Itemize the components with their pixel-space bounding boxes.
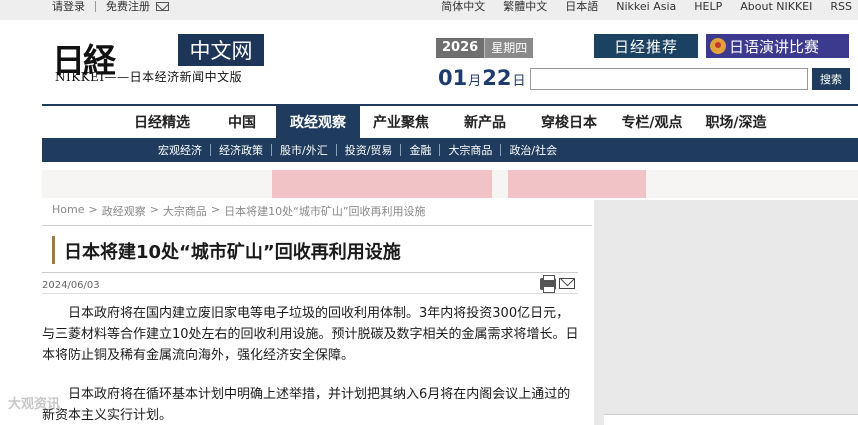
date-year-weekday: 2026 星期四: [436, 38, 534, 58]
article-title: 日本将建10处“城市矿山”回收再利用设施: [64, 242, 401, 263]
banner-block: [508, 170, 646, 198]
breadcrumb-separator: >: [210, 203, 221, 216]
main-nav: 日经精选 中国 政经观察 产业聚焦 新产品 穿梭日本 专栏/观点 职场/深造: [42, 104, 858, 138]
rss-link[interactable]: RSS: [830, 0, 852, 13]
speech-contest-button[interactable]: 日语演讲比赛: [706, 34, 849, 58]
divider: [95, 0, 96, 12]
breadcrumb-separator: >: [149, 203, 159, 216]
divider: [439, 144, 441, 156]
subnav-item-macro[interactable]: 宏观经济: [158, 142, 202, 158]
recommend-button[interactable]: 日经推荐: [594, 34, 698, 58]
subnav-item-finance[interactable]: 金融: [409, 142, 431, 158]
date-day: 22: [482, 66, 512, 90]
nav-item-new-products[interactable]: 新产品: [442, 106, 528, 138]
divider: [500, 144, 502, 156]
subnav-item-commodities[interactable]: 大宗商品: [448, 142, 492, 158]
lang-link-traditional[interactable]: 繁體中文: [503, 0, 547, 14]
breadcrumb-section[interactable]: 政经观察: [102, 203, 146, 219]
nav-item-columns[interactable]: 专栏/观点: [610, 106, 694, 138]
date-month: 01: [438, 66, 468, 90]
article-paragraph: 日本政府将在循环基本计划中明确上述举措，并计划把其纳入6月将在内阁会议上通过的新…: [42, 387, 571, 423]
logo-subtitle: NIKKEI——日本经济新闻中文版: [55, 70, 243, 84]
nav-item-industry[interactable]: 产业聚焦: [360, 106, 442, 138]
article-paragraph: 日本政府将在国内建立废旧家电等电子垃圾的回收利用体制。3年内将投资300亿日元，…: [42, 306, 579, 363]
nikkei-asia-link[interactable]: Nikkei Asia: [616, 0, 676, 13]
date-month-unit: 月: [468, 74, 482, 89]
breadcrumb-current: 日本将建10处“城市矿山”回收再利用设施: [224, 205, 426, 218]
sub-nav: 宏观经济 经济政策 股市/外汇 投资/贸易 金融 大宗商品 政治/社会: [42, 138, 858, 162]
breadcrumb-category[interactable]: 大宗商品: [163, 203, 207, 219]
email-share-icon[interactable]: [559, 278, 575, 289]
breadcrumb-separator: >: [88, 203, 98, 216]
account-links: 请登录 免费注册: [52, 0, 169, 14]
login-link[interactable]: 请登录: [52, 0, 85, 14]
nav-item-career[interactable]: 职场/深造: [694, 106, 778, 138]
help-link[interactable]: HELP: [694, 0, 722, 13]
title-accent-bar: [52, 236, 55, 264]
divider: [42, 225, 592, 226]
subnav-item-policy[interactable]: 经济政策: [219, 142, 263, 158]
nav-item-politics-economy[interactable]: 政经观察: [276, 106, 360, 138]
subnav-item-politics-society[interactable]: 政治/社会: [509, 142, 557, 158]
language-links: 简体中文 繁體中文 日本語 Nikkei Asia HELP About NIK…: [423, 0, 852, 14]
divider: [271, 144, 272, 156]
right-sidebar: [594, 200, 858, 425]
mail-icon[interactable]: [156, 1, 169, 11]
date-month-day: 01 月 22 日: [438, 66, 527, 90]
lang-link-simplified[interactable]: 简体中文: [441, 0, 485, 14]
date-day-unit: 日: [512, 74, 526, 89]
logo-box[interactable]: 中文网: [178, 34, 264, 66]
search-input[interactable]: [530, 68, 808, 90]
banner-block: [272, 170, 492, 198]
nav-item-china[interactable]: 中国: [208, 106, 276, 138]
divider: [400, 144, 402, 156]
breadcrumb: Home > 政经观察 > 大宗商品 > 日本将建10处“城市矿山”回收再利用设…: [52, 203, 426, 219]
date-weekday: 星期四: [484, 38, 534, 58]
about-link[interactable]: About NIKKEI: [740, 0, 812, 13]
lang-link-japanese[interactable]: 日本語: [565, 0, 598, 14]
search-button[interactable]: 搜索: [812, 68, 850, 90]
top-utility-bar: 请登录 免费注册 简体中文 繁體中文 日本語 Nikkei Asia HELP …: [0, 0, 858, 20]
divider: [42, 293, 578, 294]
print-icon[interactable]: [540, 275, 556, 293]
divider: [210, 144, 211, 156]
watermark: 大观资讯: [8, 397, 61, 412]
divider: [42, 272, 578, 273]
nav-item-picks[interactable]: 日经精选: [116, 106, 208, 138]
sidebar-panel: [604, 414, 858, 425]
register-link[interactable]: 免费注册: [106, 0, 150, 14]
date-year: 2026: [436, 38, 485, 58]
medal-icon: [710, 38, 726, 54]
ad-banner[interactable]: [42, 170, 858, 198]
subnav-item-stocks-fx[interactable]: 股市/外汇: [280, 142, 328, 158]
breadcrumb-home[interactable]: Home: [52, 203, 84, 219]
nav-item-japan[interactable]: 穿梭日本: [528, 106, 610, 138]
subnav-item-investment-trade[interactable]: 投资/贸易: [345, 142, 393, 158]
divider: [335, 144, 337, 156]
speech-contest-label: 日语演讲比赛: [729, 37, 820, 56]
article-date: 2024/06/03: [42, 280, 100, 291]
